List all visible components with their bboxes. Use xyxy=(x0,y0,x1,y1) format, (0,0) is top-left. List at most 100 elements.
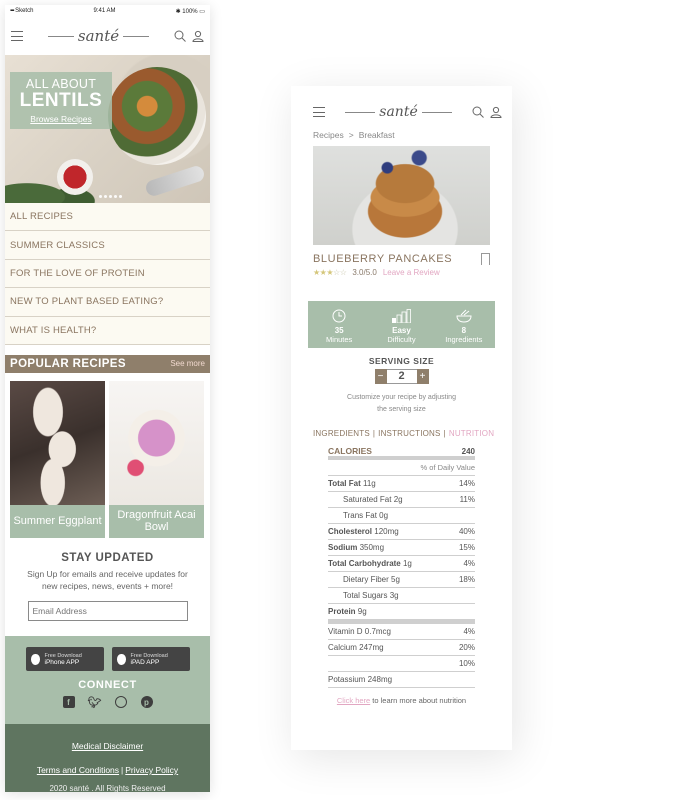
menu-item-protein[interactable]: FOR THE LOVE OF PROTEIN xyxy=(5,259,210,289)
nutrient-name: Dietary Fiber 5g xyxy=(328,575,400,584)
pinterest-icon[interactable]: p xyxy=(140,696,153,708)
menu-item-health[interactable]: WHAT IS HEALTH? xyxy=(5,316,210,345)
terms-link[interactable]: Terms and Conditions xyxy=(37,765,119,775)
stat-difficulty: Easy Difficulty xyxy=(370,301,432,348)
nutrient-amount: 120mg xyxy=(374,526,399,536)
eggplant-image xyxy=(10,380,105,505)
app-button-caption: Free Download xyxy=(44,652,82,659)
app-button-label: iPAD APP xyxy=(130,658,160,666)
hero-kicker: ALL ABOUT xyxy=(25,77,97,91)
serving-size-section: SERVING SIZE − 2 + Customize your recipe… xyxy=(291,356,512,416)
increase-button[interactable]: + xyxy=(416,369,429,384)
menu-item-summer-classics[interactable]: SUMMER CLASSICS xyxy=(5,231,210,260)
stat-label: Difficulty xyxy=(387,335,416,344)
nutrition-row: Total Fat 11g 14% xyxy=(328,476,475,492)
medical-disclaimer-link[interactable]: Medical Disclaimer xyxy=(72,741,143,751)
recipe-card[interactable]: Summer Eggplant xyxy=(10,380,105,538)
stat-ingredients: 8 Ingredients xyxy=(433,301,495,348)
acai-bowl-image xyxy=(109,380,204,505)
logo[interactable]: santé xyxy=(47,27,150,45)
nutrient-daily-value: 4% xyxy=(463,558,475,568)
nutrient-name: Sodium 350mg xyxy=(328,543,384,552)
recipe-detail-screen: santé Recipes > Breakfast BLUEBERRY PANC… xyxy=(291,86,512,750)
serving-size-title: SERVING SIZE xyxy=(368,356,435,366)
spoon-image xyxy=(143,164,207,198)
nutrient-daily-value: 18% xyxy=(458,574,475,584)
nutrient-name: Total Carbohydrate 1g xyxy=(328,559,412,568)
nutrition-row: Total Sugars 3g xyxy=(328,588,475,604)
menu-icon[interactable] xyxy=(313,107,325,117)
menu-item-all-recipes[interactable]: ALL RECIPES xyxy=(5,203,210,232)
nutrition-table: CALORIES 240 % of Daily Value Total Fat … xyxy=(328,446,475,688)
stat-value: 35 xyxy=(334,326,344,335)
serving-note-line: the serving size xyxy=(377,405,426,413)
micronutrient-name: Vitamin D 0.7mcg xyxy=(328,627,391,636)
nutrient-label: Saturated Fat xyxy=(343,494,392,504)
popular-recipes-title: POPULAR RECIPES xyxy=(10,357,126,370)
learn-more-link[interactable]: Click here xyxy=(337,696,370,705)
recipe-tabs: INGREDIENTS | INSTRUCTIONS | NUTRITION xyxy=(291,416,512,438)
newsletter-text: Sign Up for emails and receive updates f… xyxy=(27,568,188,592)
popular-recipes-list: Summer Eggplant Dragonfruit Acai Bowl xyxy=(5,373,210,538)
tab-nutrition[interactable]: NUTRITION xyxy=(449,429,494,438)
bookmark-icon[interactable] xyxy=(481,253,490,266)
carousel-dots[interactable] xyxy=(99,195,122,198)
social-links: f 🐦︎ p xyxy=(5,696,210,709)
nutrient-label: Total Sugars xyxy=(343,590,388,600)
facebook-icon[interactable]: f xyxy=(62,696,75,708)
nutrition-row: Total Carbohydrate 1g 4% xyxy=(328,556,475,572)
newsletter-title: STAY UPDATED xyxy=(61,551,154,564)
lentil-bowl-image xyxy=(108,67,206,165)
nutrient-label: Protein xyxy=(328,606,356,616)
instagram-icon[interactable] xyxy=(114,696,127,708)
see-more-link[interactable]: See more xyxy=(170,359,205,368)
user-icon[interactable] xyxy=(490,106,502,118)
user-icon[interactable] xyxy=(192,30,204,42)
micronutrient-row: Potassium 248mg xyxy=(328,672,475,688)
twitter-icon[interactable]: 🐦︎ xyxy=(88,696,102,709)
tab-instructions[interactable]: INSTRUCTIONS xyxy=(378,429,440,438)
top-nav: santé xyxy=(5,17,210,55)
serving-note: Customize your recipe by adjusting the s… xyxy=(291,392,512,416)
hero-caption: ALL ABOUT LENTILS Browse Recipes xyxy=(10,72,112,129)
nutrient-label: Total Carbohydrate xyxy=(328,558,401,568)
breadcrumb-recipes[interactable]: Recipes xyxy=(313,130,344,140)
micronutrient-row: Vitamin D 0.7mcg 4% xyxy=(328,624,475,640)
recipe-card[interactable]: Dragonfruit Acai Bowl xyxy=(109,380,204,538)
leave-review-link[interactable]: Leave a Review xyxy=(383,268,440,277)
breadcrumb: Recipes > Breakfast xyxy=(291,120,512,140)
micronutrient-name: Calcium 247mg xyxy=(328,643,384,652)
nutrition-row: Saturated Fat 2g 11% xyxy=(328,492,475,508)
hero-banner[interactable]: ALL ABOUT LENTILS Browse Recipes xyxy=(5,55,210,203)
serving-note-line: Customize your recipe by adjusting xyxy=(347,394,456,401)
nutrition-row: Cholesterol 120mg 40% xyxy=(328,524,475,540)
menu-item-plant-based[interactable]: NEW TO PLANT BASED EATING? xyxy=(5,288,210,317)
breadcrumb-breakfast[interactable]: Breakfast xyxy=(359,130,395,140)
serving-stepper[interactable]: − 2 + xyxy=(291,369,512,384)
ipad-app-button[interactable]: Free Download iPAD APP xyxy=(111,647,190,671)
iphone-app-button[interactable]: Free Download iPhone APP xyxy=(25,647,104,671)
nutrient-label: Total Fat xyxy=(328,478,361,488)
stat-time: 35 Minutes xyxy=(308,301,370,348)
decrease-button[interactable]: − xyxy=(374,369,387,384)
tab-divider: | xyxy=(443,428,446,438)
menu-icon[interactable] xyxy=(11,31,23,41)
category-menu: ALL RECIPES SUMMER CLASSICS FOR THE LOVE… xyxy=(5,203,210,345)
search-icon[interactable] xyxy=(472,106,484,118)
chevron-right-icon: > xyxy=(348,130,354,140)
browse-recipes-link[interactable]: Browse Recipes xyxy=(16,114,106,124)
search-icon[interactable] xyxy=(174,30,186,42)
rating-value: 3.0/5.0 xyxy=(352,268,377,277)
nutrient-amount: 3g xyxy=(389,590,399,600)
privacy-link[interactable]: Privacy Policy xyxy=(125,765,178,775)
logo[interactable]: santé xyxy=(345,104,452,120)
recipe-card-label: Summer Eggplant xyxy=(10,504,105,538)
nutrient-name: Protein 9g xyxy=(328,607,367,616)
nutrient-name: Trans Fat 0g xyxy=(328,511,388,520)
email-field[interactable] xyxy=(27,601,188,622)
nutrient-label: Trans Fat xyxy=(343,510,377,520)
tab-ingredients[interactable]: INGREDIENTS xyxy=(313,429,370,438)
nutrient-label: Cholesterol xyxy=(328,526,373,536)
serving-value[interactable]: 2 xyxy=(386,369,417,384)
copyright: 2020 santé . All Rights Reserved xyxy=(49,784,166,792)
